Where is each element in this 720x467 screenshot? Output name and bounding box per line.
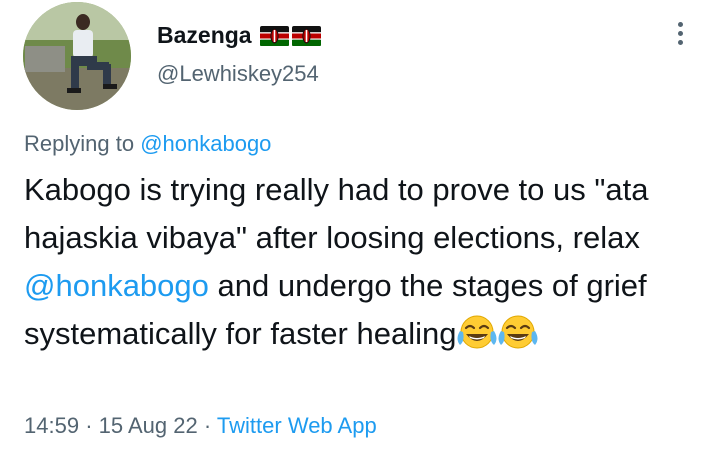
author-name-row[interactable]: Bazenga <box>157 22 321 49</box>
mention-link[interactable]: @honkabogo <box>24 268 209 303</box>
replying-prefix: Replying to <box>24 131 135 156</box>
tweet-text: Kabogo is trying really had to prove to … <box>24 166 704 365</box>
user-handle[interactable]: @Lewhiskey254 <box>157 61 319 87</box>
tweet-date[interactable]: 15 Aug 22 <box>99 413 198 438</box>
avatar-photo <box>23 2 131 110</box>
more-dot <box>677 30 683 36</box>
more-dot <box>677 39 683 45</box>
more-options-button[interactable] <box>670 18 690 48</box>
replying-to-mention-link[interactable]: @honkabogo <box>140 131 271 156</box>
flag-badges <box>259 25 321 46</box>
meta-separator: · <box>85 413 93 438</box>
tears-of-joy-emoji-icon <box>457 315 497 365</box>
tears-of-joy-emoji-icon <box>498 315 538 365</box>
tweet-time[interactable]: 14:59 <box>24 413 79 438</box>
meta-separator: · <box>203 413 212 438</box>
kenya-flag-icon <box>259 25 289 46</box>
tweet-meta: 14:59 · 15 Aug 22 · Twitter Web App <box>24 413 377 439</box>
display-name[interactable]: Bazenga <box>157 22 252 49</box>
tweet-source-link[interactable]: Twitter Web App <box>217 413 377 438</box>
replying-to-line: Replying to @honkabogo <box>24 131 271 157</box>
more-dot <box>677 21 683 27</box>
avatar[interactable] <box>23 2 131 110</box>
kenya-flag-icon <box>291 25 321 46</box>
tweet-text-part: Kabogo is trying really had to prove to … <box>24 172 649 255</box>
